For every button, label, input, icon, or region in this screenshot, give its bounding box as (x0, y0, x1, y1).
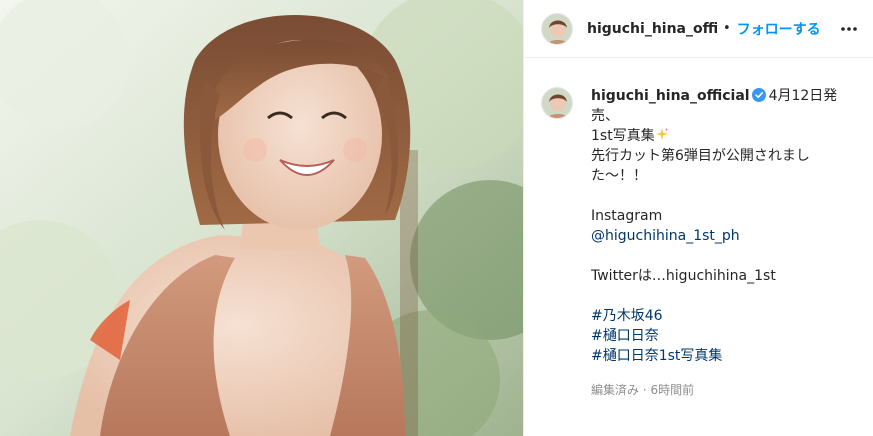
photo-illustration (0, 0, 523, 436)
verified-badge-icon (751, 88, 766, 102)
caption-line-2: 1st写真集 (591, 128, 655, 144)
hashtag-link[interactable]: #樋口日奈 (591, 326, 853, 346)
avatar-image (542, 88, 572, 118)
instagram-post: higuchi_hina_official • フォローする (0, 0, 873, 436)
instagram-handle-link[interactable]: @higuchihina_1st_ph (591, 226, 853, 246)
hashtag-link[interactable]: #樋口日奈1st写真集 (591, 346, 853, 366)
hashtag-link[interactable]: #乃木坂46 (591, 306, 853, 326)
sparkles-icon (655, 127, 669, 140)
post-photo[interactable] (0, 0, 523, 436)
caption-username[interactable]: higuchi_hina_official (591, 88, 750, 104)
caption-avatar[interactable] (541, 87, 573, 119)
more-options-button[interactable] (837, 17, 861, 41)
caption-body: higuchi_hina_official 4月12日発売、 1st写真集 先行… (591, 86, 853, 400)
post-header: higuchi_hina_official • フォローする (524, 0, 873, 58)
more-horizontal-icon (841, 26, 857, 31)
avatar-image (542, 13, 572, 44)
post-caption: higuchi_hina_official 4月12日発売、 1st写真集 先行… (524, 58, 873, 400)
caption-line-4: た～！！ (591, 168, 647, 184)
avatar[interactable] (541, 12, 573, 45)
caption-instagram-label: Instagram (591, 208, 663, 224)
header-separator: • (723, 21, 731, 36)
caption-twitter-line: Twitterは…higuchihina_1st (591, 268, 776, 284)
caption-line-3: 先行カット第6弾目が公開されまし (591, 148, 810, 164)
post-sidebar: higuchi_hina_official • フォローする (523, 0, 873, 436)
header-username[interactable]: higuchi_hina_official (587, 21, 717, 37)
post-meta: 編集済み · 6時間前 (591, 383, 695, 397)
follow-button[interactable]: フォローする (737, 19, 821, 39)
